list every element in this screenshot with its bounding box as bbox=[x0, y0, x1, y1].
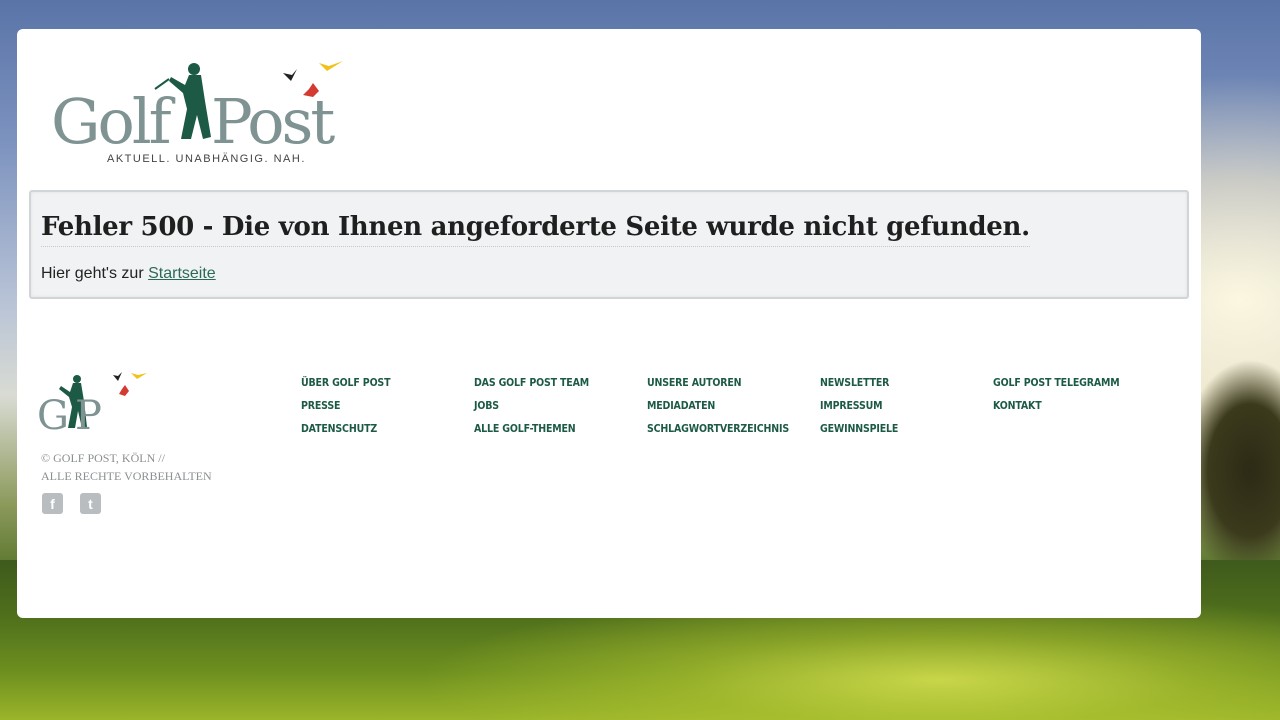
twitter-icon[interactable]: t bbox=[80, 493, 101, 514]
footer-link-schlagwortverzeichnis[interactable]: SCHLAGWORTVERZEICHNIS bbox=[647, 420, 796, 437]
footer-link-ueber-golf-post[interactable]: ÜBER GOLF POST bbox=[301, 374, 450, 391]
footer-link-newsletter[interactable]: NEWSLETTER bbox=[820, 374, 969, 391]
error-message: Hier geht's zur Startseite bbox=[41, 265, 216, 283]
footer-link-datenschutz[interactable]: DATENSCHUTZ bbox=[301, 420, 450, 437]
startseite-link[interactable]: Startseite bbox=[148, 265, 216, 282]
footer-link-presse[interactable]: PRESSE bbox=[301, 397, 450, 414]
footer-logo-icon: GP bbox=[37, 372, 147, 439]
footer-link-jobs[interactable]: JOBS bbox=[474, 397, 623, 414]
footer-link-unsere-autoren[interactable]: UNSERE AUTOREN bbox=[647, 374, 796, 391]
svg-text:Post: Post bbox=[211, 85, 335, 153]
copyright: © GOLF POST, KÖLN // ALLE RECHTE VORBEHA… bbox=[41, 449, 212, 485]
background-trees bbox=[1190, 360, 1280, 590]
error-text-prefix: Hier geht's zur bbox=[41, 265, 144, 282]
svg-text:GP: GP bbox=[39, 393, 108, 439]
page-card: Golf Post AKTUELL. UNABHÄNGIG. NAH. Fehl… bbox=[17, 29, 1201, 618]
logo-tagline: AKTUELL. UNABHÄNGIG. NAH. bbox=[107, 153, 306, 165]
footer-nav: ÜBER GOLF POST DAS GOLF POST TEAM UNSERE… bbox=[301, 374, 1181, 437]
footer-link-gewinnspiele[interactable]: GEWINNSPIELE bbox=[820, 420, 969, 437]
error-title: Fehler 500 - Die von Ihnen angeforderte … bbox=[41, 212, 1030, 247]
golfer-logo-icon: Golf Post bbox=[51, 61, 343, 153]
footer-link-alle-golf-themen[interactable]: ALLE GOLF-THEMEN bbox=[474, 420, 623, 437]
footer-link-kontakt[interactable]: KONTAKT bbox=[993, 397, 1155, 414]
footer-link-impressum[interactable]: IMPRESSUM bbox=[820, 397, 969, 414]
error-box: Fehler 500 - Die von Ihnen angeforderte … bbox=[29, 190, 1189, 299]
footer-logo[interactable]: GP bbox=[37, 369, 151, 439]
footer-link-golf-post-team[interactable]: DAS GOLF POST TEAM bbox=[474, 374, 623, 391]
footer-link-telegramm[interactable]: GOLF POST TELEGRAMM bbox=[993, 374, 1155, 391]
svg-text:Golf: Golf bbox=[51, 85, 176, 153]
copyright-line-1: © GOLF POST, KÖLN // bbox=[41, 451, 165, 465]
facebook-icon[interactable]: f bbox=[42, 493, 63, 514]
footer-link-mediadaten[interactable]: MEDIADATEN bbox=[647, 397, 796, 414]
copyright-line-2: ALLE RECHTE VORBEHALTEN bbox=[41, 469, 212, 483]
social-links: f t bbox=[42, 493, 101, 514]
